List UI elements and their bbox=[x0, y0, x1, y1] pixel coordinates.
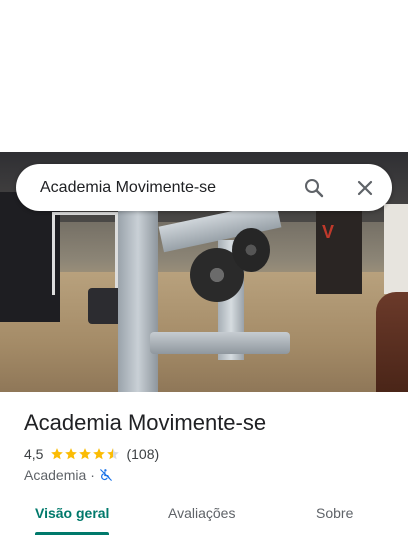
tab-avaliacoes[interactable]: Avaliações bbox=[168, 502, 235, 542]
rating-value: 4,5 bbox=[24, 446, 44, 462]
star-icon bbox=[65, 448, 78, 460]
search-icon[interactable] bbox=[302, 176, 326, 200]
active-tab-indicator bbox=[35, 532, 109, 535]
photo-person-shirt bbox=[384, 204, 408, 294]
category-row: Academia · bbox=[24, 466, 113, 484]
place-category: Academia bbox=[24, 467, 87, 483]
star-icon bbox=[79, 448, 92, 460]
tab-sobre[interactable]: Sobre bbox=[316, 502, 353, 542]
photo-person-arm bbox=[376, 292, 408, 392]
photo-bag-logo: V bbox=[322, 222, 335, 242]
rating-row[interactable]: 4,5 (108) bbox=[24, 445, 159, 463]
star-icon bbox=[51, 448, 64, 460]
photo-punching-bag bbox=[316, 208, 362, 294]
separator-dot: · bbox=[90, 467, 95, 483]
photo-rack-frame bbox=[52, 212, 118, 295]
half-star-icon bbox=[107, 448, 120, 460]
photo-rack bbox=[0, 192, 60, 322]
search-input[interactable]: Academia Movimente-se bbox=[40, 164, 216, 211]
review-count[interactable]: (108) bbox=[126, 446, 159, 462]
wheelchair-not-accessible-icon bbox=[100, 469, 112, 481]
photo-machine-base bbox=[150, 332, 290, 354]
photo-machine-post bbox=[118, 182, 158, 392]
tab-bar: Visão geral Avaliações Sobre bbox=[0, 502, 408, 544]
tab-visao-geral[interactable]: Visão geral bbox=[35, 502, 109, 542]
place-title: Academia Movimente-se bbox=[24, 410, 267, 435]
place-info-panel: Academia Movimente-se 4,5 (108) Academia… bbox=[0, 392, 408, 544]
blank-header-area bbox=[0, 0, 408, 152]
photo-weight-plate-back bbox=[232, 228, 270, 272]
rating-stars bbox=[50, 447, 120, 461]
star-icon bbox=[93, 448, 106, 460]
search-bar[interactable]: Academia Movimente-se bbox=[16, 164, 392, 211]
close-icon[interactable] bbox=[353, 176, 377, 200]
